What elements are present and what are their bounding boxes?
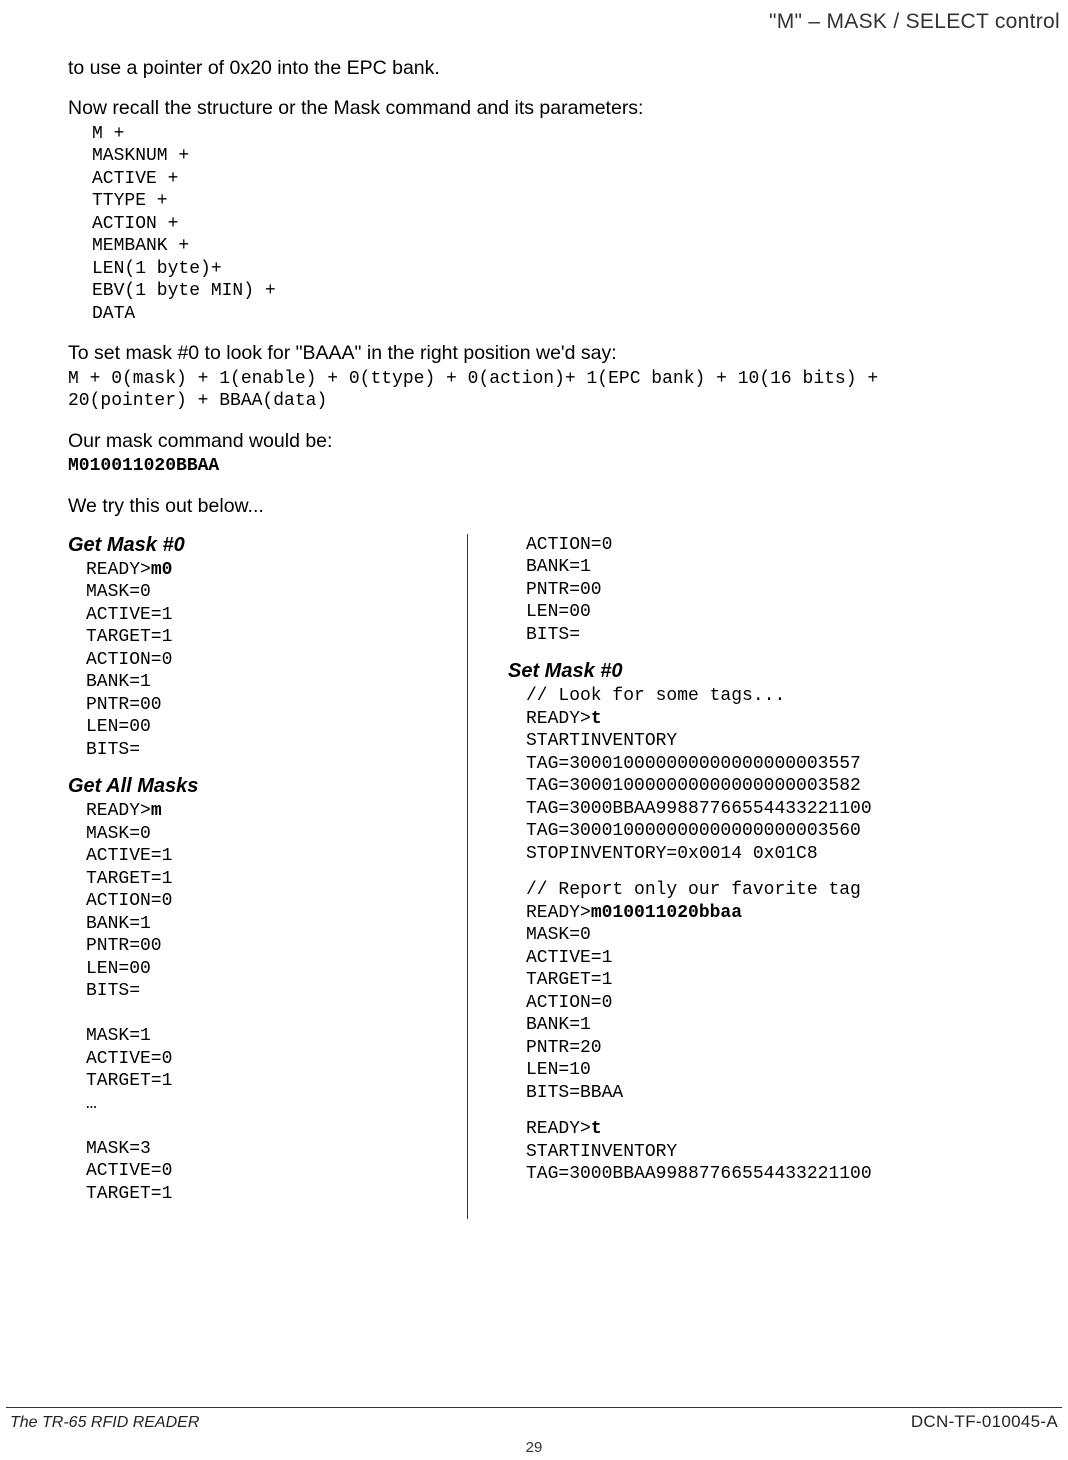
ready-prompt: READY> [86,801,151,821]
intro-p1: to use a pointer of 0x20 into the EPC ba… [68,56,1060,80]
intro-p5: We try this out below... [68,494,1060,518]
ready-prompt: READY> [86,560,151,580]
get-all-masks-block: READY>m MASK=0 ACTIVE=1 TARGET=1 ACTION=… [86,800,467,1205]
comment-report: // Report only our favorite tag [526,880,861,900]
footer-right: DCN-TF-010045-A [911,1412,1058,1432]
get-mask0-block: READY>m0 MASK=0 ACTIVE=1 TARGET=1 ACTION… [86,559,467,762]
mask-set-output: MASK=0 ACTIVE=1 TARGET=1 ACTION=0 BANK=1… [526,925,623,1103]
ready-cmd-m: m [151,801,162,821]
mask-continuation: ACTION=0 BANK=1 PNTR=00 LEN=00 BITS= [526,534,1060,647]
set-mask0-block1: // Look for some tags... READY>t STARTIN… [526,685,1060,865]
footer-left: The TR-65 RFID READER [10,1414,199,1432]
ready-prompt: READY> [526,1119,591,1139]
mask-struct-block: M + MASKNUM + ACTIVE + TTYPE + ACTION + … [92,123,1060,326]
get-all-masks-output: MASK=0 ACTIVE=1 TARGET=1 ACTION=0 BANK=1… [86,824,172,1204]
intro-p4: Our mask command would be: [68,429,1060,453]
set-mask0-block3: READY>t STARTINVENTORY TAG=3000BBAA99887… [526,1118,1060,1186]
mask-command: M010011020BBAA [68,455,1060,478]
ready-cmd-t1: t [591,709,602,729]
set-mask0-block2: // Report only our favorite tag READY>m0… [526,879,1060,1104]
page-header-right: "M" – MASK / SELECT control [769,10,1060,34]
comment-look: // Look for some tags... [526,686,785,706]
column-left: Get Mask #0 READY>m0 MASK=0 ACTIVE=1 TAR… [68,534,468,1220]
ready-cmd-m0: m0 [151,560,173,580]
set-mask-example: M + 0(mask) + 1(enable) + 0(ttype) + 0(a… [68,368,1060,413]
ready-cmd-t2: t [591,1119,602,1139]
get-all-masks-head: Get All Masks [68,775,467,798]
intro-p3: To set mask #0 to look for "BAAA" in the… [68,341,1060,365]
get-mask0-head: Get Mask #0 [68,534,467,557]
intro-p2: Now recall the structure or the Mask com… [68,96,1060,120]
get-mask0-output: MASK=0 ACTIVE=1 TARGET=1 ACTION=0 BANK=1… [86,582,172,760]
page-number: 29 [526,1439,543,1456]
ready-prompt: READY> [526,903,591,923]
ready-prompt: READY> [526,709,591,729]
ready-cmd-maskset: m010011020bbaa [591,903,742,923]
inventory-output-2: STARTINVENTORY TAG=3000BBAA9988776655443… [526,1142,872,1185]
two-column-layout: Get Mask #0 READY>m0 MASK=0 ACTIVE=1 TAR… [68,534,1060,1220]
page-content: to use a pointer of 0x20 into the EPC ba… [0,0,1060,1219]
inventory-output-1: STARTINVENTORY TAG=300010000000000000000… [526,731,872,864]
column-right: ACTION=0 BANK=1 PNTR=00 LEN=00 BITS= Set… [508,534,1060,1220]
footer-divider [6,1407,1062,1408]
set-mask0-head: Set Mask #0 [508,660,1060,683]
